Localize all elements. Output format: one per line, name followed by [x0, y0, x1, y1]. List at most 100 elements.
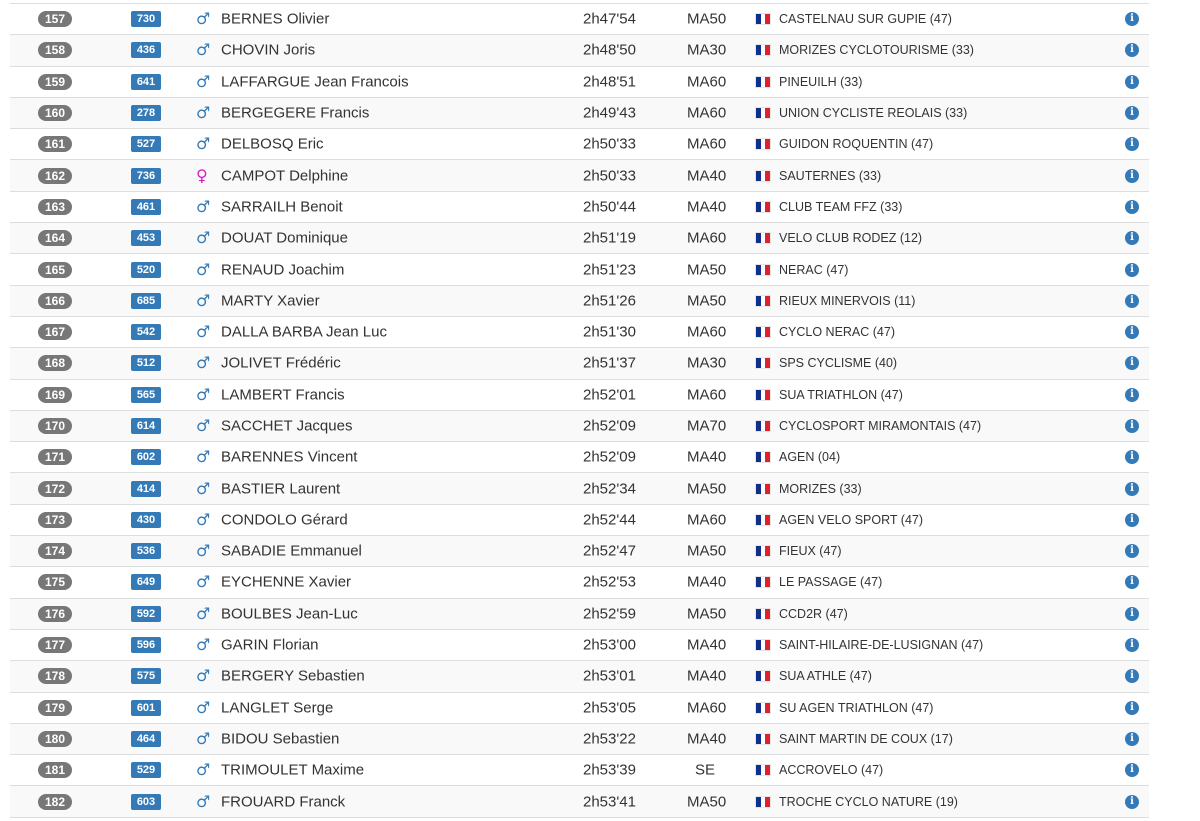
- info-icon[interactable]: i: [1125, 199, 1139, 214]
- male-sign-icon: ♂: [196, 697, 211, 717]
- category: MA50: [687, 10, 727, 28]
- info-icon[interactable]: i: [1125, 512, 1139, 527]
- category: MA50: [687, 605, 727, 623]
- club-name: SAINT-HILAIRE-DE-LUSIGNAN (47): [779, 638, 984, 653]
- france-flag-icon: [756, 201, 771, 212]
- info-icon[interactable]: i: [1125, 419, 1139, 433]
- category: MA70: [687, 417, 727, 435]
- rank-badge: 164: [38, 230, 72, 247]
- info-icon[interactable]: i: [1125, 74, 1139, 89]
- table-row: 161 527 ♂ DELBOSQ Eric 2h50'33 MA60 GUID…: [10, 129, 1149, 161]
- info-icon[interactable]: i: [1125, 544, 1139, 559]
- france-flag-icon: [756, 608, 771, 619]
- bib-badge: 575: [131, 668, 161, 685]
- info-icon[interactable]: i: [1125, 794, 1139, 809]
- club-name: SUA TRIATHLON (47): [779, 387, 903, 402]
- bib-badge: 596: [131, 637, 161, 654]
- table-row: 164 453 ♂ DOUAT Dominique 2h51'19 MA60 V…: [10, 223, 1149, 255]
- finish-time: 2h53'05: [583, 699, 636, 717]
- category: MA40: [687, 730, 727, 748]
- runner-name: JOLIVET Frédéric: [221, 354, 341, 372]
- runner-name: CHOVIN Joris: [221, 41, 316, 59]
- france-flag-icon: [756, 452, 771, 463]
- france-flag-icon: [756, 45, 771, 56]
- male-sign-icon: ♂: [196, 416, 211, 435]
- category: MA60: [687, 229, 727, 247]
- runner-name: FROUARD Franck: [221, 793, 346, 811]
- info-icon[interactable]: i: [1125, 168, 1139, 183]
- info-icon[interactable]: i: [1125, 137, 1139, 152]
- rank-badge: 170: [38, 418, 72, 434]
- bib-badge: 685: [131, 292, 161, 309]
- bib-badge: 527: [131, 136, 161, 153]
- club-name: CCD2R (47): [779, 606, 848, 621]
- finish-time: 2h52'34: [583, 480, 636, 498]
- male-sign-icon: ♂: [196, 290, 211, 310]
- table-row: 166 685 ♂ MARTY Xavier 2h51'26 MA50 RIEU…: [10, 285, 1149, 317]
- info-icon[interactable]: i: [1125, 575, 1139, 590]
- info-icon[interactable]: i: [1125, 43, 1139, 58]
- club-name: CASTELNAU SUR GUPIE (47): [779, 12, 952, 27]
- category: MA40: [687, 167, 727, 185]
- club-name: GUIDON ROQUENTIN (47): [779, 137, 934, 152]
- male-sign-icon: ♂: [196, 478, 211, 498]
- info-icon[interactable]: i: [1125, 700, 1139, 715]
- info-icon[interactable]: i: [1125, 12, 1139, 27]
- club-name: CYCLO NERAC (47): [779, 325, 895, 340]
- bib-badge: 436: [131, 42, 161, 59]
- rank-badge: 173: [38, 511, 72, 528]
- france-flag-icon: [756, 389, 771, 400]
- info-icon[interactable]: i: [1125, 387, 1139, 402]
- info-icon[interactable]: i: [1125, 638, 1139, 653]
- france-flag-icon: [756, 733, 771, 744]
- rank-badge: 172: [38, 480, 72, 497]
- info-icon[interactable]: i: [1125, 450, 1139, 465]
- bib-badge: 565: [131, 386, 161, 403]
- runner-name: MARTY Xavier: [221, 292, 320, 310]
- category: MA50: [687, 542, 727, 560]
- bib-badge: 730: [131, 11, 161, 28]
- table-row: 159 641 ♂ LAFFARGUE Jean Francois 2h48'5…: [10, 67, 1149, 98]
- info-icon[interactable]: i: [1125, 356, 1139, 371]
- finish-time: 2h52'44: [583, 511, 636, 529]
- france-flag-icon: [756, 514, 771, 525]
- info-icon[interactable]: i: [1125, 731, 1139, 746]
- france-flag-icon: [756, 358, 771, 369]
- male-sign-icon: ♂: [196, 9, 211, 29]
- club-name: PINEUILH (33): [779, 74, 863, 89]
- france-flag-icon: [756, 546, 771, 557]
- rank-badge: 177: [38, 637, 72, 654]
- finish-time: 2h51'26: [583, 292, 636, 310]
- table-row: 171 602 ♂ BARENNES Vincent 2h52'09 MA40 …: [10, 442, 1149, 474]
- info-icon[interactable]: i: [1125, 606, 1139, 621]
- france-flag-icon: [756, 170, 771, 181]
- table-row: 178 575 ♂ BERGERY Sebastien 2h53'01 MA40…: [10, 661, 1149, 693]
- runner-name: SABADIE Emmanuel: [221, 542, 362, 560]
- info-icon[interactable]: i: [1125, 293, 1139, 308]
- category: MA30: [687, 41, 727, 59]
- finish-time: 2h53'41: [583, 793, 636, 811]
- rank-badge: 165: [38, 261, 72, 278]
- table-row: 175 649 ♂ EYCHENNE Xavier 2h52'53 MA40 L…: [10, 567, 1149, 599]
- male-sign-icon: ♂: [196, 322, 211, 342]
- rank-badge: 174: [38, 543, 72, 560]
- info-icon[interactable]: i: [1125, 231, 1139, 246]
- table-row: 165 520 ♂ RENAUD Joachim 2h51'23 MA50 NE…: [10, 254, 1149, 286]
- info-icon[interactable]: i: [1125, 481, 1139, 496]
- france-flag-icon: [756, 14, 771, 25]
- category: MA40: [687, 667, 727, 685]
- info-icon[interactable]: i: [1125, 763, 1139, 778]
- info-icon[interactable]: i: [1125, 669, 1139, 684]
- bib-badge: 603: [131, 793, 161, 810]
- rank-badge: 160: [38, 105, 72, 122]
- info-icon[interactable]: i: [1125, 262, 1139, 277]
- info-icon[interactable]: i: [1125, 325, 1139, 340]
- table-row: 163 461 ♂ SARRAILH Benoit 2h50'44 MA40 C…: [10, 192, 1149, 224]
- finish-time: 2h48'51: [583, 73, 636, 91]
- club-name: AGEN (04): [779, 450, 841, 465]
- rank-badge: 178: [38, 668, 72, 685]
- runner-name: BIDOU Sebastien: [221, 730, 340, 748]
- club-name: SAINT MARTIN DE COUX (17): [779, 731, 953, 746]
- info-icon[interactable]: i: [1125, 106, 1139, 121]
- club-name: FIEUX (47): [779, 544, 842, 559]
